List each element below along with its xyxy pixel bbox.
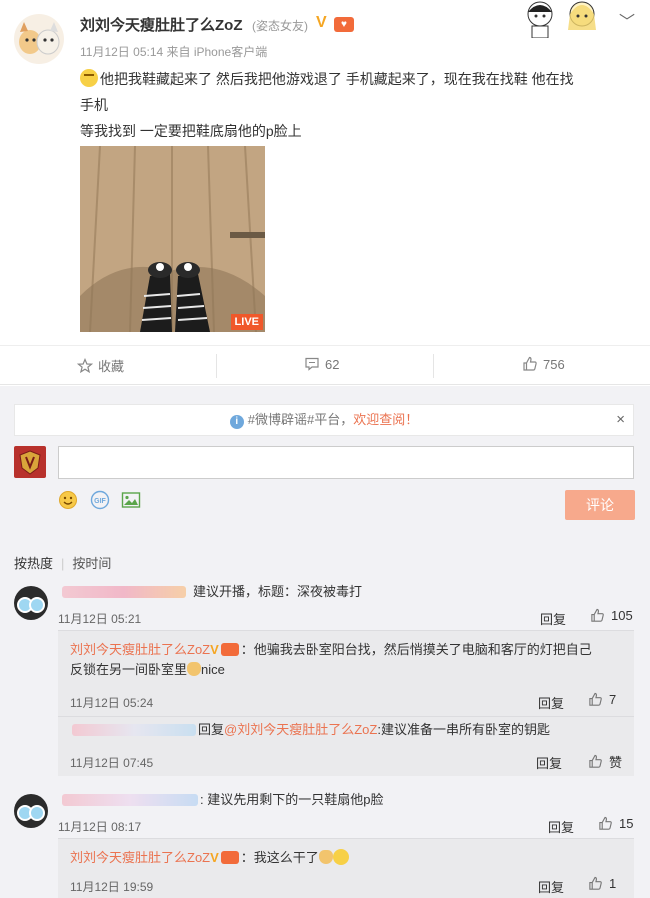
comment-like-button[interactable]: 7 bbox=[588, 692, 616, 707]
divider bbox=[58, 838, 634, 839]
divider bbox=[433, 354, 434, 378]
post-text: 他把我鞋藏起来了 然后我把他游戏退了 手机藏起来了，现在我在找鞋 他在找 手机 … bbox=[80, 69, 574, 139]
info-icon: i bbox=[229, 415, 244, 429]
submit-comment-button[interactable]: 评论 bbox=[565, 490, 635, 520]
reply-button[interactable]: 回复 bbox=[536, 753, 562, 772]
post-meta: 11月12日 05:14 来自 iPhone客户端 bbox=[80, 45, 268, 59]
verified-badge-icon: V bbox=[210, 642, 219, 657]
image-upload-icon[interactable] bbox=[121, 490, 141, 510]
like-count: 105 bbox=[611, 608, 633, 623]
thumbs-up-icon bbox=[599, 816, 612, 830]
comment-input[interactable] bbox=[58, 446, 634, 479]
emoji-picker-icon[interactable] bbox=[58, 490, 78, 510]
reply-text: 刘刘今天瘦肚肚了么ZoZV ：他骗我去卧室阳台找，然后悄摸关了电脑和客厅的灯把自己… bbox=[70, 642, 592, 677]
commenter-name-blurred[interactable] bbox=[62, 586, 186, 598]
reply-text: 刘刘今天瘦肚肚了么ZoZV ：我这么干了 bbox=[70, 848, 349, 868]
gif-icon[interactable]: GIF bbox=[90, 490, 110, 510]
ok-hand-icon bbox=[187, 662, 202, 676]
reply-button[interactable]: 回复 bbox=[538, 877, 564, 896]
emoji-icon bbox=[80, 69, 98, 87]
commenter-avatar[interactable] bbox=[14, 794, 48, 828]
user-tag: (姿态女友) bbox=[252, 19, 308, 33]
commenter-name-blurred[interactable] bbox=[62, 794, 198, 806]
reply-time: 11月12日 07:45 bbox=[70, 756, 154, 770]
thumbs-up-icon bbox=[591, 608, 604, 622]
verified-badge-icon: V bbox=[210, 850, 219, 865]
thumbs-up-icon bbox=[589, 692, 602, 706]
notice-text: #微博辟谣#平台， bbox=[247, 412, 354, 427]
notice-link[interactable]: 欢迎查阅！ bbox=[353, 412, 418, 427]
reply-author[interactable]: 刘刘今天瘦肚肚了么ZoZ bbox=[70, 850, 210, 865]
like-count: 756 bbox=[543, 356, 565, 372]
like-count: 1 bbox=[609, 876, 617, 891]
reply-time: 11月12日 19:59 bbox=[70, 880, 154, 894]
divider bbox=[58, 630, 634, 631]
commenter-avatar[interactable] bbox=[14, 586, 48, 620]
chevron-down-icon[interactable]: ﹀ bbox=[619, 8, 635, 32]
weibo-post: 刘刘今天瘦肚肚了么ZoZ (姿态女友) V ♥ ﹀ 11月12日 05:14 来… bbox=[0, 0, 650, 345]
like-count: 15 bbox=[619, 816, 634, 831]
comment-count: 62 bbox=[325, 356, 340, 372]
comment-like-button[interactable]: 15 bbox=[598, 816, 633, 831]
thumbs-up-icon bbox=[589, 876, 602, 890]
svg-text:GIF: GIF bbox=[94, 498, 106, 505]
reply-button[interactable]: 回复 bbox=[548, 817, 574, 836]
thumbs-up-icon bbox=[589, 754, 602, 768]
reply-thread: 刘刘今天瘦肚肚了么ZoZV ：他骗我去卧室阳台找，然后悄摸关了电脑和客厅的灯把自己… bbox=[58, 630, 634, 776]
close-icon[interactable]: × bbox=[616, 405, 625, 435]
thumbs-up-icon bbox=[523, 356, 537, 371]
reply-button[interactable]: 回复 bbox=[540, 609, 566, 628]
grin-emoji-icon bbox=[332, 849, 349, 865]
post-action-bar: 收藏 62 756 bbox=[0, 345, 650, 385]
my-avatar bbox=[14, 446, 46, 478]
reply-thread: 刘刘今天瘦肚肚了么ZoZV ：我这么干了 11月12日 19:59 回复 1 bbox=[58, 838, 634, 898]
divider bbox=[58, 716, 634, 717]
comment-text: 建议开播，标题：深夜被毒打 bbox=[193, 584, 363, 599]
comment-time: 11月12日 08:17 bbox=[58, 820, 142, 834]
star-icon bbox=[77, 357, 93, 373]
vip-icon bbox=[220, 643, 239, 656]
header-cartoon-decoration bbox=[518, 0, 614, 39]
comment-section: i #微博辟谣#平台，欢迎查阅！ × GIF 评论 按热度 | 按时间 建议开播，标题… bbox=[0, 386, 650, 898]
vip-icon: ♥ bbox=[334, 17, 354, 32]
verified-badge-icon: V bbox=[316, 14, 327, 31]
comment-icon bbox=[305, 357, 319, 371]
reply-time: 11月12日 05:24 bbox=[70, 696, 154, 710]
divider bbox=[216, 354, 217, 378]
like-count: 赞 bbox=[609, 755, 623, 770]
sort-hot-tab[interactable]: 按热度 bbox=[14, 556, 53, 571]
reply-author[interactable]: 刘刘今天瘦肚肚了么ZoZ bbox=[70, 642, 210, 657]
comment-text: : 建议先用剩下的一只鞋扇他p脸 bbox=[200, 792, 384, 807]
comment-like-button[interactable]: 105 bbox=[590, 608, 633, 623]
like-button[interactable]: 756 bbox=[522, 356, 565, 372]
comment-like-button[interactable]: 赞 bbox=[588, 752, 622, 771]
comment-sort-bar: 按热度 | 按时间 bbox=[14, 556, 112, 571]
comment-like-button[interactable]: 1 bbox=[588, 876, 616, 891]
like-count: 7 bbox=[609, 692, 617, 707]
sort-time-tab[interactable]: 按时间 bbox=[72, 556, 111, 571]
live-badge: LIVE bbox=[230, 314, 263, 330]
vip-icon bbox=[220, 851, 239, 864]
reply-text: 回复@刘刘今天瘦肚肚了么ZoZ:建议准备一串所有卧室的钥匙 bbox=[198, 722, 550, 737]
user-name[interactable]: 刘刘今天瘦肚肚了么ZoZ bbox=[80, 14, 243, 35]
comment-time: 11月12日 05:21 bbox=[58, 612, 142, 626]
favorite-label: 收藏 bbox=[98, 359, 125, 374]
thumbs-up-emoji-icon bbox=[318, 850, 333, 864]
live-photo[interactable]: LIVE bbox=[80, 146, 265, 332]
rumor-notice-banner[interactable]: i #微博辟谣#平台，欢迎查阅！ × bbox=[14, 404, 634, 436]
mention-link[interactable]: @刘刘今天瘦肚肚了么ZoZ bbox=[224, 722, 377, 737]
replier-name-blurred[interactable] bbox=[72, 724, 196, 736]
comment-button[interactable]: 62 bbox=[304, 356, 339, 372]
user-avatar[interactable] bbox=[14, 14, 64, 64]
reply-button[interactable]: 回复 bbox=[538, 693, 564, 712]
favorite-button[interactable]: 收藏 bbox=[77, 356, 124, 375]
